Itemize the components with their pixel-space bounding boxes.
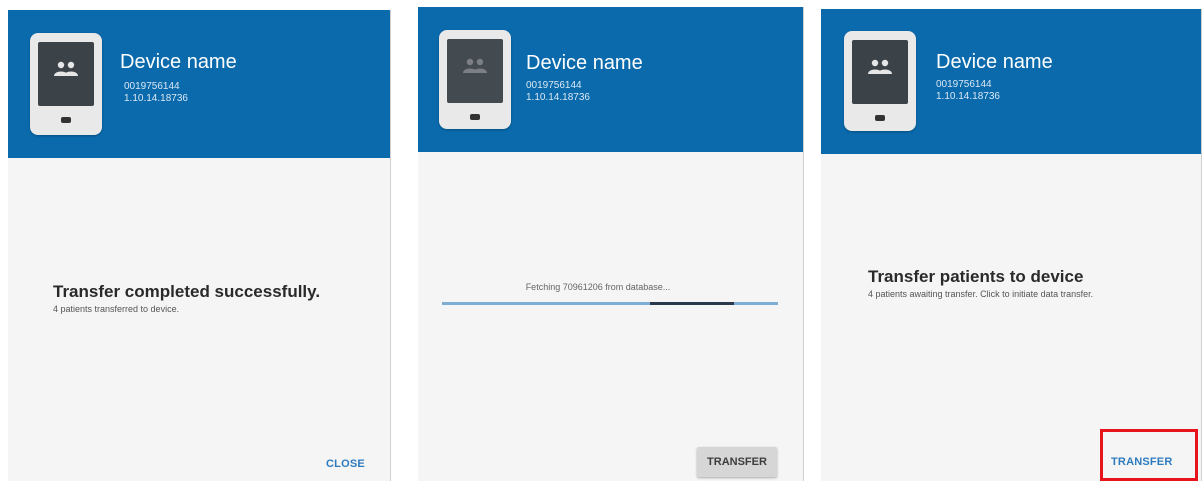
status-subtitle: 4 patients awaiting transfer. Click to i…	[868, 289, 1094, 299]
device-version: 1.10.14.18736	[124, 93, 188, 104]
device-serial: 0019756144	[936, 79, 992, 90]
tablet-device-icon	[439, 30, 511, 129]
device-name: Device name	[936, 51, 1053, 73]
device-version: 1.10.14.18736	[936, 91, 1000, 102]
device-version: 1.10.14.18736	[526, 92, 590, 103]
device-info: 0019756144 1.10.14.18736	[936, 79, 1000, 103]
device-serial: 0019756144	[526, 80, 582, 91]
device-name: Device name	[526, 52, 643, 74]
tablet-device-icon	[844, 31, 916, 131]
close-button[interactable]: CLOSE	[326, 458, 365, 470]
device-name: Device name	[120, 51, 237, 73]
people-icon	[54, 61, 78, 76]
panel-transfer-ready: Device name 0019756144 1.10.14.18736 Tra…	[821, 9, 1202, 481]
device-header: Device name 0019756144 1.10.14.18736	[418, 7, 803, 152]
device-info: 0019756144 1.10.14.18736	[124, 81, 188, 105]
device-header: Device name 0019756144 1.10.14.18736	[8, 10, 390, 158]
people-icon	[463, 58, 487, 73]
device-header: Device name 0019756144 1.10.14.18736	[821, 9, 1201, 154]
transfer-button[interactable]: TRANSFER	[697, 447, 777, 477]
panel-transfer-progress: Device name 0019756144 1.10.14.18736 Fet…	[418, 7, 804, 481]
status-title: Transfer patients to device	[868, 267, 1084, 286]
highlight-box	[1100, 429, 1198, 481]
progress-bar-fill	[650, 302, 734, 305]
device-info: 0019756144 1.10.14.18736	[526, 80, 590, 104]
fetch-status-text: Fetching 70961206 from database...	[525, 282, 671, 292]
progress-bar	[442, 302, 778, 305]
device-serial: 0019756144	[124, 81, 180, 92]
status-subtitle: 4 patients transferred to device.	[53, 304, 180, 314]
status-title: Transfer completed successfully.	[53, 282, 321, 301]
people-icon	[868, 59, 892, 74]
panel-transfer-complete: Device name 0019756144 1.10.14.18736 Tra…	[8, 10, 391, 481]
tablet-device-icon	[30, 33, 102, 135]
